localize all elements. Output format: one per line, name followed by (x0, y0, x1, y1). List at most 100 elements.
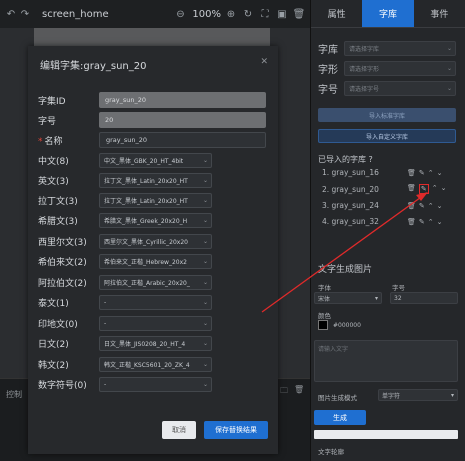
chevron-down-icon: ⌄ (202, 298, 208, 306)
text-input-area[interactable]: 请输入文字 (314, 340, 458, 382)
screen-preview-strip (34, 28, 270, 46)
font-library-placeholder: 请选择字库 (349, 46, 380, 53)
trash-icon[interactable]: 🗑 (294, 385, 304, 399)
chevron-down-icon[interactable]: ⌄ (437, 218, 443, 226)
charset-label: 韩文(2) (38, 360, 69, 371)
font-label: 字体 (318, 284, 331, 292)
charset-select[interactable]: 日文_黑体_JIS0208_20_HT_4 ⌄ (99, 335, 212, 351)
color-value: #000000 (333, 321, 361, 329)
charset-label: 泰文(1) (38, 298, 69, 309)
charset-select[interactable]: 希伯来文_正楷_Hebrew_20x2 ⌄ (99, 253, 212, 269)
font-name: gray_sun_24 (331, 201, 379, 210)
tab-properties[interactable]: 属性 (311, 0, 362, 27)
trash-icon[interactable]: 🗑 (407, 218, 416, 226)
font-library-select[interactable]: 请选择字库 ⌄ (344, 41, 456, 56)
edit-icon[interactable]: ✎ (419, 202, 425, 210)
font-index: 3. (322, 201, 330, 210)
imported-font-item[interactable]: 1. gray_sun_16 🗑 ✎ ⌃ ⌄ (322, 168, 457, 177)
chevron-down-icon: ⌄ (446, 45, 452, 52)
imported-font-item[interactable]: 4. gray_sun_32 🗑 ✎ ⌃ ⌄ (322, 217, 457, 226)
charset-row: 韩文(2) 韩文_正楷_KSC5601_20_ZK_4 ⌄ (38, 356, 273, 372)
charset-select[interactable]: - ⌄ (99, 376, 212, 392)
top-toolbar: ↶ ↷ screen_home ⊖ 100% ⊕ ↻ ⛶ ▣ 🗑 (0, 0, 310, 28)
gen-font-select[interactable]: 宋体 ▾ (314, 292, 382, 304)
cancel-button[interactable]: 取消 (162, 421, 196, 439)
chevron-up-icon[interactable]: ⌃ (432, 184, 438, 194)
color-swatch[interactable] (318, 320, 328, 330)
trash-icon[interactable]: 🗑 (407, 184, 416, 194)
charset-name-label: * 名称 (38, 134, 98, 147)
import-standard-font-button[interactable]: 导入标准字库 (318, 108, 456, 122)
charset-select[interactable]: 韩文_正楷_KSC5601_20_ZK_4 ⌄ (99, 356, 212, 372)
chevron-down-icon: ⌄ (202, 216, 208, 224)
import-custom-font-button[interactable]: 导入自定义字库 (318, 129, 456, 143)
tab-events[interactable]: 事件 (414, 0, 465, 27)
trash-icon[interactable]: 🗑 (407, 169, 416, 177)
charset-row: 印地文(0) - ⌄ (38, 315, 273, 331)
chevron-down-icon[interactable]: ⌄ (437, 202, 443, 210)
charset-name-label-text: 名称 (44, 136, 63, 147)
refresh-icon[interactable]: ↻ (241, 7, 255, 21)
font-style-select[interactable]: 请选择字形 ⌄ (344, 61, 456, 76)
edit-icon[interactable]: ✎ (419, 218, 425, 226)
charset-value: 阿拉伯文_正楷_Arabic_20x20_ (104, 279, 190, 287)
charset-value: - (104, 380, 107, 388)
chevron-down-icon: ⌄ (202, 257, 208, 265)
bottom-panel-icons: 🗀 🗑 (280, 385, 304, 399)
charset-select[interactable]: 希腊文_黑体_Greek_20x20_H ⌄ (99, 212, 212, 228)
zoom-out-icon[interactable]: ⊖ (173, 7, 187, 21)
save-icon[interactable]: ▣ (275, 7, 289, 21)
charset-row: 中文(8) 中文_黑体_GBK_20_HT_4bit ⌄ (38, 152, 273, 168)
font-style-row: 字形 请选择字形 ⌄ (318, 61, 456, 76)
chevron-down-icon[interactable]: ⌄ (437, 169, 443, 177)
charset-value: 希腊文_黑体_Greek_20x20_H (104, 217, 188, 225)
charset-select[interactable]: 中文_黑体_GBK_20_HT_4bit ⌄ (99, 152, 212, 168)
font-size-select[interactable]: 请选择字号 ⌄ (344, 81, 456, 96)
right-panel-tabs: 属性 字库 事件 (311, 0, 465, 28)
screen-title: screen_home (42, 8, 109, 20)
chevron-up-icon[interactable]: ⌃ (428, 169, 434, 177)
folder-icon[interactable]: 🗀 (280, 385, 288, 399)
tab-fonts[interactable]: 字库 (362, 0, 414, 27)
edit-icon[interactable]: ✎ (419, 169, 425, 177)
charset-label: 希腊文(3) (38, 216, 78, 227)
chevron-down-icon: ⌄ (202, 380, 208, 388)
save-replace-button[interactable]: 保存替换结果 (204, 421, 268, 439)
zoom-in-icon[interactable]: ⊕ (224, 7, 238, 21)
undo-icon[interactable]: ↶ (4, 7, 18, 21)
color-value-input[interactable]: #000000 (330, 319, 458, 331)
fullscreen-icon[interactable]: ⛶ (258, 7, 272, 21)
gen-size-input[interactable]: 32 (390, 292, 458, 304)
trash-icon[interactable]: 🗑 (407, 202, 416, 210)
charset-select[interactable]: 阿拉伯文_正楷_Arabic_20x20_ ⌄ (99, 274, 212, 290)
charset-select[interactable]: - ⌄ (99, 315, 212, 331)
font-name: gray_sun_32 (331, 217, 379, 226)
charset-select[interactable]: 西里尔文_黑体_Cyrillic_20x20 ⌄ (99, 233, 212, 249)
imported-font-item[interactable]: 2. gray_sun_20 🗑 ✎ ⌃ ⌄ (322, 184, 457, 194)
chevron-up-icon[interactable]: ⌃ (428, 202, 434, 210)
redo-icon[interactable]: ↷ (18, 7, 32, 21)
delete-icon[interactable]: 🗑 (292, 7, 306, 21)
imported-font-item[interactable]: 3. gray_sun_24 🗑 ✎ ⌃ ⌄ (322, 201, 457, 210)
imported-fonts-title-text: 已导入的字库 (318, 155, 366, 164)
chevron-down-icon[interactable]: ⌄ (441, 184, 447, 194)
charset-select[interactable]: 拉丁文_黑体_Latin_20x20_HT ⌄ (99, 172, 212, 188)
charset-select[interactable]: - ⌄ (99, 294, 212, 310)
charset-label: 希伯来文(2) (38, 257, 87, 268)
close-icon[interactable]: ✕ (260, 57, 268, 67)
font-size-row: 字号 请选择字号 ⌄ (318, 81, 456, 96)
charset-name-field[interactable]: gray_sun_20 (99, 132, 266, 148)
chevron-down-icon: ⌄ (202, 176, 208, 184)
chevron-up-icon[interactable]: ⌃ (428, 218, 434, 226)
chevron-down-icon: ⌄ (202, 237, 208, 245)
charset-row: 希伯来文(2) 希伯来文_正楷_Hebrew_20x2 ⌄ (38, 253, 273, 269)
generate-button[interactable]: 生成 (314, 410, 366, 425)
edit-icon[interactable]: ✎ (418, 184, 429, 194)
charset-row: 拉丁文(3) 拉丁文_黑体_Latin_20x20_HT ⌄ (38, 192, 273, 208)
help-icon[interactable]: ? (369, 155, 373, 164)
charset-value: 日文_黑体_JIS0208_20_HT_4 (104, 340, 186, 348)
chevron-down-icon: ⌄ (446, 85, 452, 92)
gen-mode-select[interactable]: 单字符 ▾ (378, 389, 458, 401)
charset-select[interactable]: 拉丁文_黑体_Latin_20x20_HT ⌄ (99, 192, 212, 208)
font-size-label: 字号 (318, 85, 338, 96)
